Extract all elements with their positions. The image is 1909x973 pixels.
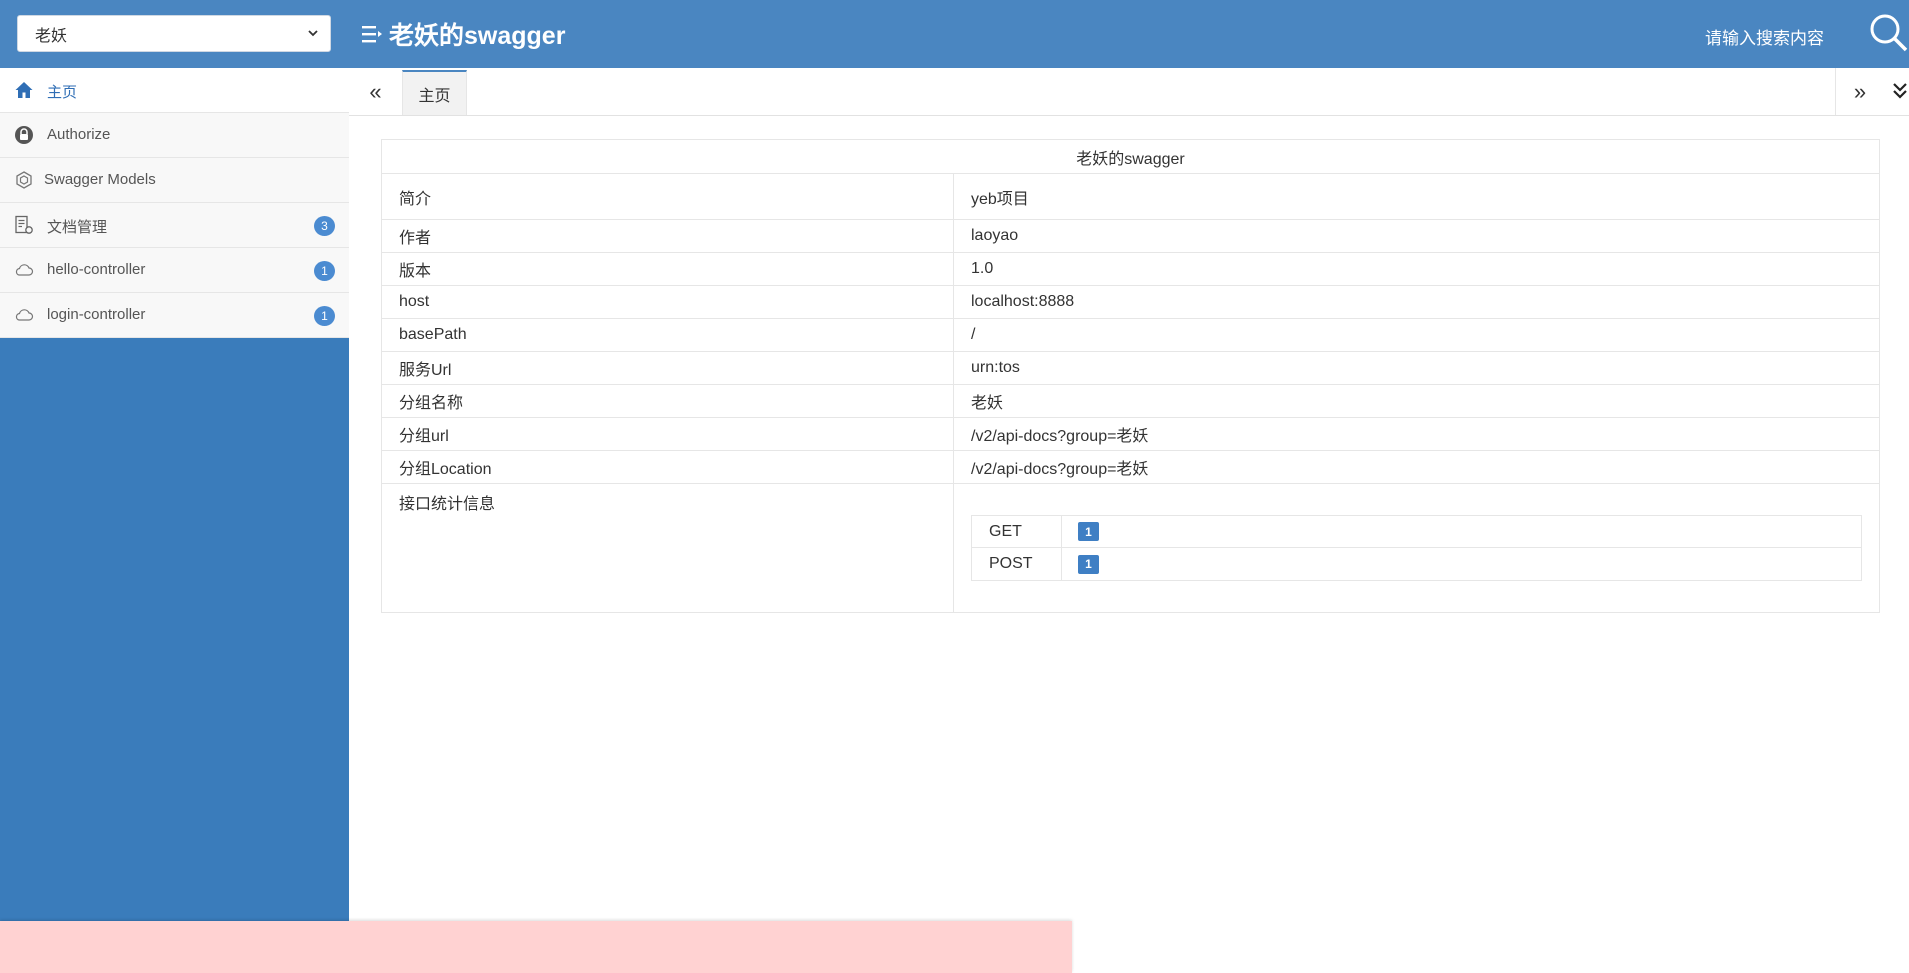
table-row: host localhost:8888	[382, 286, 1879, 319]
tab-home[interactable]: 主页	[402, 70, 467, 115]
api-info-table: 老妖的swagger 简介 yeb项目 作者 laoyao 版本 1.0 hos…	[381, 139, 1880, 613]
table-row: 简介 yeb项目	[382, 174, 1879, 220]
sidebar-item-label: 主页	[47, 84, 78, 101]
sidebar-item-label: Swagger Models	[44, 171, 156, 188]
http-method: GET	[972, 516, 1062, 547]
row-key: 作者	[382, 220, 954, 252]
lock-icon	[15, 126, 33, 144]
tab-menu-chevron-icon[interactable]	[1891, 80, 1909, 102]
doc-settings-icon	[15, 215, 33, 234]
stats-row: GET 1	[972, 516, 1861, 548]
count-badge: 3	[314, 216, 335, 236]
sidebar-item-label: hello-controller	[47, 261, 146, 278]
row-key: 接口统计信息	[382, 484, 954, 612]
cloud-icon	[15, 309, 34, 321]
table-row: 分组url /v2/api-docs?group=老妖	[382, 418, 1879, 451]
count-badge: 1	[1078, 554, 1099, 574]
cloud-icon	[15, 264, 34, 276]
app-title: 老妖的swagger	[389, 22, 566, 50]
row-value: /	[971, 326, 976, 343]
tab-bar: « 主页 »	[349, 68, 1909, 116]
row-value: /v2/api-docs?group=老妖	[971, 461, 1149, 478]
table-row: 作者 laoyao	[382, 220, 1879, 253]
sidebar-item-hello-controller[interactable]: hello-controller 1	[0, 248, 349, 293]
row-key: 简介	[382, 174, 954, 219]
group-select-value: 老妖	[35, 27, 68, 45]
tab-scroll-right-icon[interactable]: »	[1835, 68, 1884, 115]
tab-scroll-left-icon[interactable]: «	[349, 68, 402, 115]
row-key: 分组Location	[382, 451, 954, 483]
sidebar-menu: 主页 Authorize Swagger Models 文档管理 3 hello…	[0, 68, 349, 338]
sidebar-item-home[interactable]: 主页	[0, 68, 349, 113]
row-value: 1.0	[971, 260, 994, 277]
bottom-notice-bar	[0, 921, 1072, 973]
stats-row: POST 1	[972, 548, 1861, 580]
search-icon[interactable]	[1868, 12, 1909, 54]
sidebar-item-authorize[interactable]: Authorize	[0, 113, 349, 158]
chevron-down-icon	[308, 30, 318, 37]
sidebar-item-swagger-models[interactable]: Swagger Models	[0, 158, 349, 203]
row-value: /v2/api-docs?group=老妖	[971, 428, 1149, 445]
method-count-cell: 1	[1062, 548, 1861, 580]
row-value: yeb项目	[971, 190, 1029, 208]
method-count-cell: 1	[1062, 516, 1861, 547]
menu-toggle-icon[interactable]	[361, 23, 383, 45]
table-row: 分组Location /v2/api-docs?group=老妖	[382, 451, 1879, 484]
row-key: 分组名称	[382, 385, 954, 417]
table-row: basePath /	[382, 319, 1879, 352]
table-row: 接口统计信息 GET 1 POST 1	[382, 484, 1879, 612]
table-row: 版本 1.0	[382, 253, 1879, 286]
home-icon	[15, 82, 33, 98]
sidebar-item-doc-management[interactable]: 文档管理 3	[0, 203, 349, 248]
sidebar-item-label: 文档管理	[47, 219, 108, 236]
row-key: 分组url	[382, 418, 954, 450]
info-title: 老妖的swagger	[382, 140, 1879, 174]
row-key: 服务Url	[382, 352, 954, 384]
models-icon	[16, 171, 32, 189]
sidebar-item-label: login-controller	[47, 306, 146, 323]
table-row: 分组名称 老妖	[382, 385, 1879, 418]
row-key: host	[382, 286, 954, 318]
row-value: localhost:8888	[971, 293, 1075, 310]
group-select[interactable]: 老妖	[17, 15, 331, 52]
row-key: 版本	[382, 253, 954, 285]
top-header: 老妖 老妖的swagger 请输入搜索内容	[0, 0, 1909, 68]
count-badge: 1	[314, 306, 335, 326]
table-row: 服务Url urn:tos	[382, 352, 1879, 385]
search-input[interactable]: 请输入搜索内容	[1705, 24, 1824, 49]
sidebar-item-label: Authorize	[47, 126, 111, 143]
row-value: GET 1 POST 1	[954, 484, 1879, 612]
row-value: 老妖	[971, 395, 1004, 412]
row-value: urn:tos	[971, 359, 1020, 376]
sidebar: 主页 Authorize Swagger Models 文档管理 3 hello…	[0, 68, 349, 973]
count-badge: 1	[1078, 522, 1099, 541]
http-method: POST	[972, 548, 1062, 580]
count-badge: 1	[314, 261, 335, 281]
brand: 老妖的swagger	[361, 18, 565, 50]
row-key: basePath	[382, 319, 954, 351]
row-value: laoyao	[971, 227, 1019, 244]
method-stats-table: GET 1 POST 1	[971, 515, 1862, 581]
sidebar-item-login-controller[interactable]: login-controller 1	[0, 293, 349, 338]
